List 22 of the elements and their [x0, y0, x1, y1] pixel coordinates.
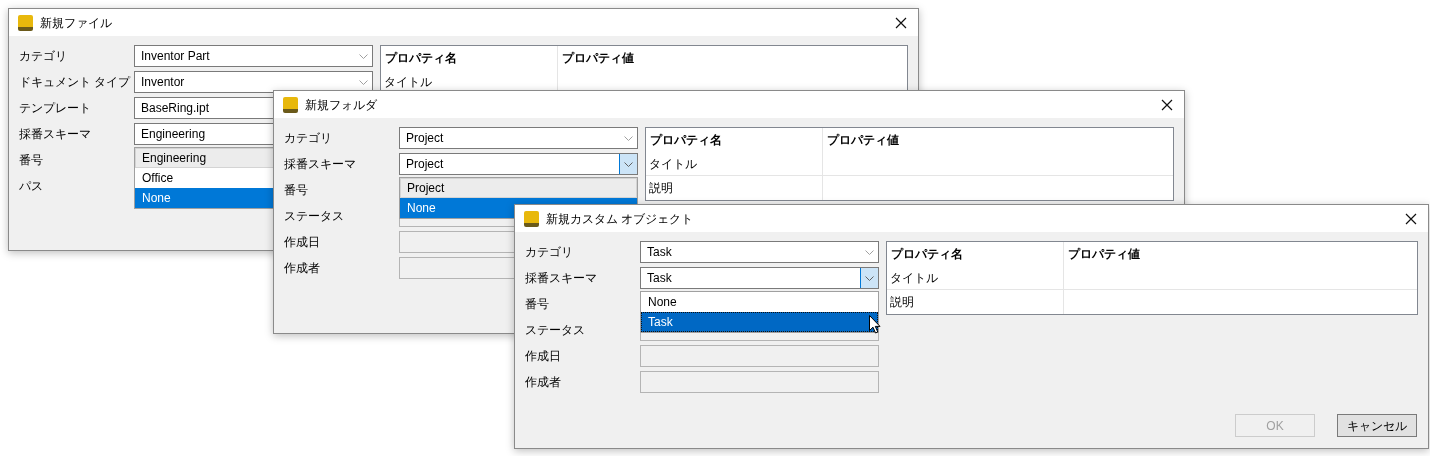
field-label: テンプレート	[19, 100, 92, 117]
field-label: 採番スキーマ	[19, 126, 92, 143]
table-cell: タイトル	[887, 266, 1064, 289]
field-label: 作成者	[284, 260, 321, 277]
field-label: 採番スキーマ	[525, 270, 598, 287]
field-label: ステータス	[284, 208, 345, 225]
field-label: カテゴリ	[525, 244, 574, 261]
window-title: 新規カスタム オブジェクト	[546, 210, 694, 228]
field-label: 番号	[19, 152, 44, 169]
table-cell: 説明	[646, 176, 823, 200]
field-label: カテゴリ	[284, 130, 333, 147]
field-label: 作成日	[525, 348, 562, 365]
field-label: ドキュメント タイプ	[19, 74, 132, 91]
field-label: 作成日	[284, 234, 321, 251]
field-label: 番号	[525, 296, 550, 313]
field-label: ステータス	[525, 322, 586, 339]
field-label: カテゴリ	[19, 48, 68, 65]
table-cell: 説明	[887, 290, 1064, 314]
window-title: 新規ファイル	[40, 14, 112, 32]
field-label: パス	[19, 178, 44, 195]
field-label: 作成者	[525, 374, 562, 391]
table-cell: タイトル	[646, 152, 823, 175]
